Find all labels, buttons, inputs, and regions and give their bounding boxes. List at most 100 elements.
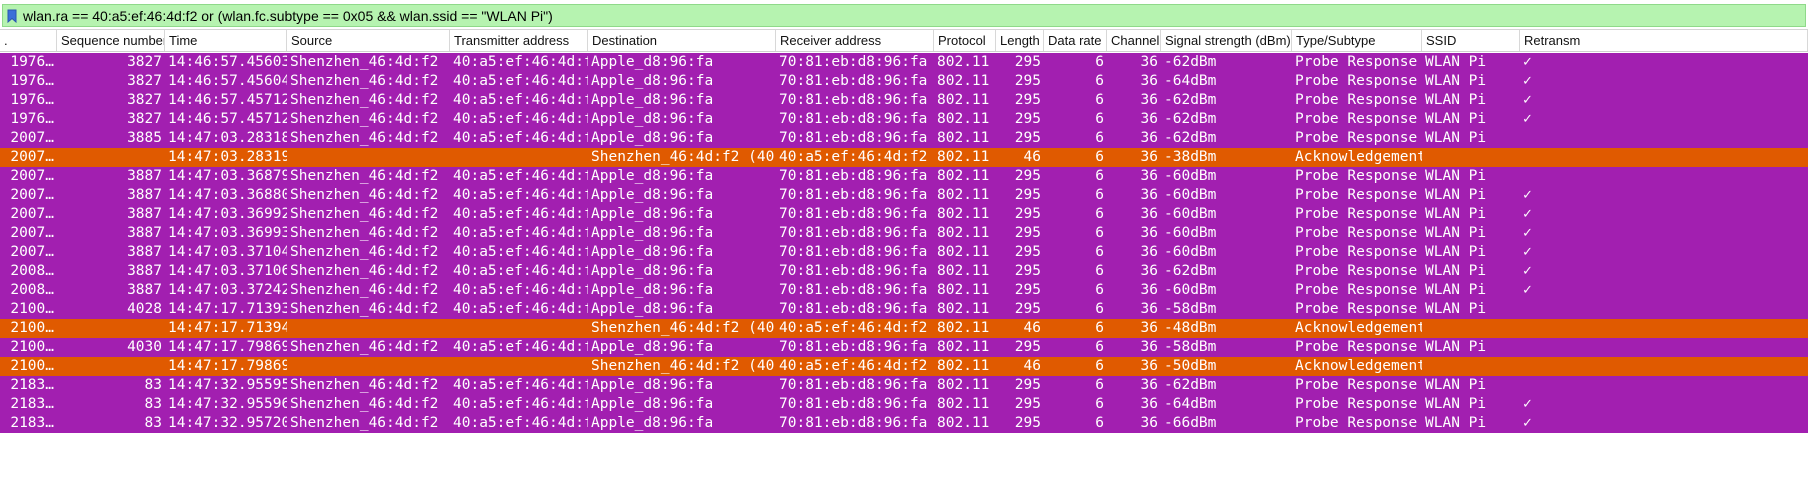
cell-dst: Shenzhen_46:4d:f2 (40:… bbox=[591, 358, 776, 374]
column-header-rate[interactable]: Data rate bbox=[1044, 30, 1107, 51]
column-header-no[interactable]: . bbox=[0, 30, 57, 51]
cell-len: 295 bbox=[1014, 225, 1041, 241]
cell-src: Shenzhen_46:4d:f2 bbox=[290, 415, 439, 431]
packet-row[interactable]: 2007… 3887 14:47:03.369928 Shenzhen_46:4d:f… bbox=[0, 205, 1808, 224]
column-header-proto[interactable]: Protocol bbox=[934, 30, 996, 51]
packet-row[interactable]: 2100… 4028 14:47:17.713938 Shenzhen_46:4d:f… bbox=[0, 300, 1808, 319]
cell-type: Probe Response bbox=[1295, 282, 1418, 298]
column-header-ra[interactable]: Receiver address bbox=[776, 30, 934, 51]
cell-ta: 40:a5:ef:46:4d:f2 bbox=[453, 244, 588, 260]
cell-seq: 4028 bbox=[127, 301, 162, 317]
cell-ta: 40:a5:ef:46:4d:f2 bbox=[453, 187, 588, 203]
cell-sig: -60dBm bbox=[1164, 206, 1217, 222]
cell-retx: ✓ bbox=[1523, 92, 1532, 108]
column-header-ssid[interactable]: SSID bbox=[1422, 30, 1520, 51]
display-filter-input[interactable]: wlan.ra == 40:a5:ef:46:4d:f2 or (wlan.fc… bbox=[2, 4, 1806, 27]
cell-seq: 3827 bbox=[127, 73, 162, 89]
cell-ssid: WLAN Pi bbox=[1425, 111, 1487, 127]
packet-row[interactable]: 2007… 14:47:03.283192 Shenzhen_46:4d:f2 (4… bbox=[0, 148, 1808, 167]
column-header-ta[interactable]: Transmitter address bbox=[450, 30, 588, 51]
packet-row[interactable]: 2183… 83 14:47:32.957209 Shenzhen_46:4d:f2 4… bbox=[0, 414, 1808, 433]
cell-seq: 3887 bbox=[127, 206, 162, 222]
cell-ra: 70:81:eb:d8:96:fa bbox=[779, 396, 928, 412]
cell-time: 14:46:57.457121 bbox=[168, 92, 287, 108]
column-header-seq[interactable]: Sequence number bbox=[57, 30, 165, 51]
cell-time: 14:47:03.368799 bbox=[168, 168, 287, 184]
cell-retx: ✓ bbox=[1523, 111, 1532, 127]
column-header-len[interactable]: Length bbox=[996, 30, 1044, 51]
cell-type: Acknowledgement bbox=[1295, 149, 1422, 165]
cell-sig: -60dBm bbox=[1164, 225, 1217, 241]
cell-chan: 36 bbox=[1140, 225, 1158, 241]
cell-seq: 3827 bbox=[127, 92, 162, 108]
cell-retx bbox=[1520, 338, 1808, 357]
packet-row[interactable]: 2007… 3887 14:47:03.371049 Shenzhen_46:4d:f… bbox=[0, 243, 1808, 262]
cell-rate: 6 bbox=[1095, 206, 1104, 222]
column-header-chan[interactable]: Channel bbox=[1107, 30, 1161, 51]
cell-no: 2183… bbox=[10, 396, 54, 412]
cell-src: Shenzhen_46:4d:f2 bbox=[290, 92, 439, 108]
column-header-retx[interactable]: Retransm bbox=[1520, 30, 1808, 51]
cell-proto: 802.11 bbox=[937, 73, 990, 89]
packet-row[interactable]: 2007… 3887 14:47:03.368799 Shenzhen_46:4d:f… bbox=[0, 167, 1808, 186]
cell-seq: 3887 bbox=[127, 225, 162, 241]
packet-row[interactable]: 2007… 3887 14:47:03.368807 Shenzhen_46:4d:f… bbox=[0, 186, 1808, 205]
packet-row[interactable]: 2183… 83 14:47:32.955967 Shenzhen_46:4d:f2 4… bbox=[0, 395, 1808, 414]
cell-seq: 3827 bbox=[127, 54, 162, 70]
cell-time: 14:47:03.369928 bbox=[168, 206, 287, 222]
cell-sig: -62dBm bbox=[1164, 111, 1217, 127]
cell-ta: 40:a5:ef:46:4d:f2 bbox=[453, 168, 588, 184]
cell-retx: ✓ bbox=[1523, 187, 1532, 203]
cell-ta: 40:a5:ef:46:4d:f2 bbox=[453, 396, 588, 412]
cell-type: Probe Response bbox=[1295, 301, 1418, 317]
column-header-sig[interactable]: Signal strength (dBm) bbox=[1161, 30, 1292, 51]
cell-src: Shenzhen_46:4d:f2 bbox=[290, 339, 439, 355]
packet-list-header: . Sequence number Time Source Transmitter ad… bbox=[0, 30, 1808, 52]
cell-src bbox=[287, 319, 450, 338]
packet-row[interactable]: 2007… 3887 14:47:03.369935 Shenzhen_46:4d:f… bbox=[0, 224, 1808, 243]
column-header-src[interactable]: Source bbox=[287, 30, 450, 51]
cell-src bbox=[287, 357, 450, 376]
packet-row[interactable]: 2008… 3887 14:47:03.371064 Shenzhen_46:4d:f… bbox=[0, 262, 1808, 281]
packet-row[interactable]: 2008… 3887 14:47:03.372425 Shenzhen_46:4d:f… bbox=[0, 281, 1808, 300]
cell-proto: 802.11 bbox=[937, 282, 990, 298]
column-header-type[interactable]: Type/Subtype bbox=[1292, 30, 1422, 51]
cell-proto: 802.11 bbox=[937, 415, 990, 431]
packet-row[interactable]: 2100… 14:47:17.713945 Shenzhen_46:4d:f2 (4… bbox=[0, 319, 1808, 338]
bookmark-icon[interactable] bbox=[3, 5, 21, 26]
packet-row[interactable]: 1976… 3827 14:46:57.456048 Shenzhen_46:4d:f… bbox=[0, 72, 1808, 91]
cell-proto: 802.11 bbox=[937, 396, 990, 412]
cell-proto: 802.11 bbox=[937, 358, 990, 374]
packet-row[interactable]: 2183… 83 14:47:32.955959 Shenzhen_46:4d:f2 4… bbox=[0, 376, 1808, 395]
column-header-time[interactable]: Time bbox=[165, 30, 287, 51]
cell-ta: 40:a5:ef:46:4d:f2 bbox=[453, 301, 588, 317]
cell-retx: ✓ bbox=[1523, 415, 1532, 431]
cell-rate: 6 bbox=[1095, 339, 1104, 355]
cell-dst: Apple_d8:96:fa bbox=[591, 187, 714, 203]
cell-no: 2183… bbox=[10, 415, 54, 431]
packet-row[interactable]: 1976… 3827 14:46:57.457121 Shenzhen_46:4d:f… bbox=[0, 91, 1808, 110]
packet-row[interactable]: 1976… 3827 14:46:57.456033 Shenzhen_46:4d:f… bbox=[0, 53, 1808, 72]
cell-ra: 70:81:eb:d8:96:fa bbox=[779, 301, 928, 317]
cell-retx bbox=[1520, 376, 1808, 395]
cell-time: 14:46:57.457129 bbox=[168, 111, 287, 127]
cell-proto: 802.11 bbox=[937, 206, 990, 222]
cell-seq: 3887 bbox=[127, 244, 162, 260]
packet-row[interactable]: 2007… 3885 14:47:03.283185 Shenzhen_46:4d:f… bbox=[0, 129, 1808, 148]
cell-src: Shenzhen_46:4d:f2 bbox=[290, 111, 439, 127]
cell-chan: 36 bbox=[1140, 320, 1158, 336]
cell-ta bbox=[450, 319, 588, 338]
cell-chan: 36 bbox=[1140, 396, 1158, 412]
cell-dst: Apple_d8:96:fa bbox=[591, 168, 714, 184]
column-header-dst[interactable]: Destination bbox=[588, 30, 776, 51]
packet-row[interactable]: 2100… 14:47:17.798697 Shenzhen_46:4d:f2 (4… bbox=[0, 357, 1808, 376]
packet-row[interactable]: 2100… 4030 14:47:17.798690 Shenzhen_46:4d:f… bbox=[0, 338, 1808, 357]
cell-len: 295 bbox=[1014, 206, 1041, 222]
cell-time: 14:47:32.957209 bbox=[168, 415, 287, 431]
cell-chan: 36 bbox=[1140, 301, 1158, 317]
cell-sig: -64dBm bbox=[1164, 396, 1217, 412]
cell-no: 2100… bbox=[10, 320, 54, 336]
packet-row[interactable]: 1976… 3827 14:46:57.457129 Shenzhen_46:4d:f… bbox=[0, 110, 1808, 129]
cell-rate: 6 bbox=[1095, 396, 1104, 412]
cell-dst: Shenzhen_46:4d:f2 (40:… bbox=[591, 149, 776, 165]
